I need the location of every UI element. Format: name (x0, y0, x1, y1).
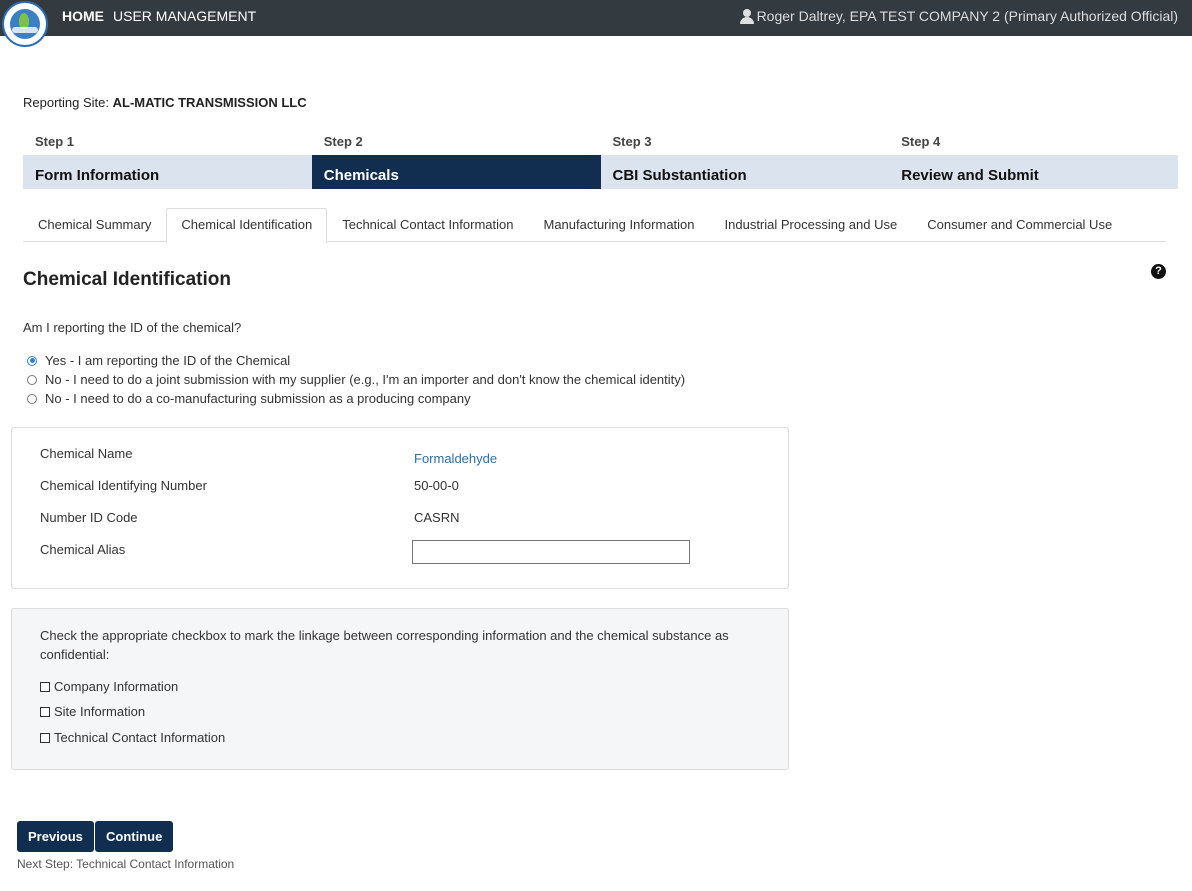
previous-button[interactable]: Previous (17, 821, 94, 852)
user-icon (739, 8, 754, 24)
nav-home-link[interactable]: HOME (62, 8, 104, 24)
section-tabs: Chemical Summary Chemical Identification… (23, 208, 1166, 243)
radio-label: No - I need to do a co-manufacturing sub… (45, 391, 471, 406)
chemical-id-value: 50-00-0 (414, 478, 459, 493)
top-navigation-bar: HOME USER MANAGEMENT Roger Daltrey, EPA … (0, 0, 1192, 47)
radio-option-joint-submission[interactable]: No - I need to do a joint submission wit… (27, 370, 685, 389)
reporting-site-value: AL-MATIC TRANSMISSION LLC (112, 95, 307, 110)
checkbox-label: Company Information (54, 679, 179, 694)
page-title: Chemical Identification (23, 269, 231, 290)
step-number: Step 3 (612, 134, 652, 149)
tab-industrial-processing-and-use[interactable]: Industrial Processing and Use (710, 208, 913, 242)
help-icon[interactable]: ? (1151, 264, 1166, 279)
chemical-name-label: Chemical Name (40, 446, 133, 461)
step-label: Review and Submit (901, 167, 1039, 184)
checkbox-site-information[interactable]: Site Information (40, 704, 145, 719)
checkbox-label: Site Information (54, 704, 146, 719)
checkbox[interactable] (40, 732, 50, 743)
checkbox[interactable] (40, 681, 50, 692)
radio-button[interactable] (27, 374, 37, 385)
radio-option-co-manufacturing[interactable]: No - I need to do a co-manufacturing sub… (27, 389, 685, 408)
radio-button[interactable] (27, 393, 37, 404)
reporting-site: Reporting Site: AL-MATIC TRANSMISSION LL… (23, 95, 307, 110)
step-label: Form Information (35, 167, 160, 184)
progress-steps: Step 1 Form Information Step 2 Chemicals… (23, 130, 1178, 189)
radio-button[interactable] (27, 355, 37, 366)
checkbox[interactable] (40, 706, 50, 717)
logo-wave (12, 27, 38, 33)
step-4[interactable]: Step 4 Review and Submit (889, 130, 1178, 189)
radio-label: Yes - I am reporting the ID of the Chemi… (45, 353, 291, 368)
chemical-name-link[interactable]: Formaldehyde (414, 451, 497, 466)
step-label: CBI Substantiation (612, 167, 747, 184)
step-number: Step 4 (901, 134, 941, 149)
next-step-text: Next Step: Technical Contact Information (17, 857, 235, 871)
cbi-instructions: Check the appropriate checkbox to mark t… (40, 628, 729, 662)
confidentiality-panel: Check the appropriate checkbox to mark t… (11, 608, 789, 770)
tab-chemical-identification[interactable]: Chemical Identification (166, 208, 328, 243)
id-question: Am I reporting the ID of the chemical? (23, 320, 242, 335)
checkbox-company-information[interactable]: Company Information (40, 679, 178, 694)
chemical-alias-label: Chemical Alias (40, 542, 126, 557)
step-number: Step 2 (323, 134, 363, 149)
radio-label: No - I need to do a joint submission wit… (45, 372, 686, 387)
chemical-details-panel: Chemical Name Formaldehyde Chemical Iden… (11, 427, 789, 589)
checkbox-technical-contact-information[interactable]: Technical Contact Information (40, 730, 225, 745)
step-1[interactable]: Step 1 Form Information (23, 130, 312, 189)
step-3[interactable]: Step 3 CBI Substantiation (600, 130, 890, 189)
number-id-code-label: Number ID Code (40, 510, 138, 525)
tab-technical-contact-information[interactable]: Technical Contact Information (327, 208, 528, 242)
number-id-code-value: CASRN (414, 510, 460, 525)
tab-consumer-and-commercial-use[interactable]: Consumer and Commercial Use (912, 208, 1127, 242)
id-options: Yes - I am reporting the ID of the Chemi… (27, 351, 685, 408)
reporting-site-label: Reporting Site: (23, 95, 109, 110)
epa-logo[interactable] (2, 1, 48, 47)
chemical-id-label: Chemical Identifying Number (40, 478, 207, 493)
step-number: Step 1 (35, 134, 75, 149)
user-info[interactable]: Roger Daltrey, EPA TEST COMPANY 2 (Prima… (739, 8, 1178, 24)
chemical-alias-input[interactable] (412, 540, 690, 564)
user-name-text: Roger Daltrey, EPA TEST COMPANY 2 (Prima… (756, 8, 1178, 24)
step-2[interactable]: Step 2 Chemicals (311, 130, 601, 189)
nav-user-management-link[interactable]: USER MANAGEMENT (113, 8, 256, 24)
continue-button[interactable]: Continue (95, 821, 174, 852)
checkbox-label: Technical Contact Information (54, 730, 226, 745)
radio-option-yes[interactable]: Yes - I am reporting the ID of the Chemi… (27, 351, 685, 370)
step-label: Chemicals (323, 167, 399, 184)
tab-manufacturing-information[interactable]: Manufacturing Information (528, 208, 709, 242)
tab-chemical-summary[interactable]: Chemical Summary (23, 208, 166, 242)
